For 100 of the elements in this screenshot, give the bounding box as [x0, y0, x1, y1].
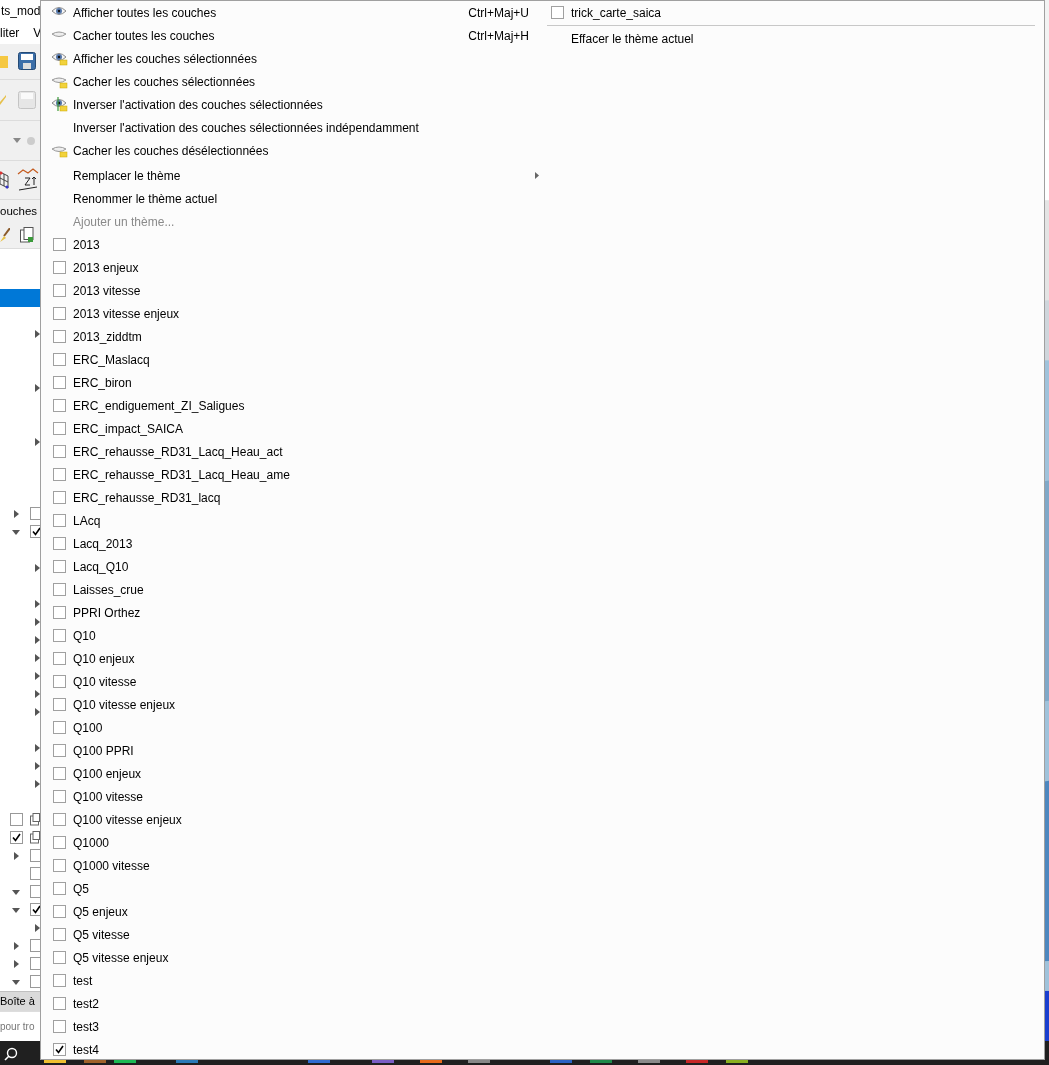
checkbox[interactable]	[52, 537, 66, 550]
checkbox[interactable]	[30, 848, 40, 862]
theme-menu-item[interactable]: Q10 enjeux	[45, 647, 539, 670]
expand-arrow-icon[interactable]	[33, 635, 40, 644]
theme-menu-item[interactable]: Q5 enjeux	[45, 900, 539, 923]
checkbox[interactable]	[52, 974, 66, 987]
theme-menu-item[interactable]: Lacq_2013	[45, 532, 539, 555]
theme-menu-item[interactable]: trick_carte_saica	[543, 1, 1035, 24]
theme-menu-item[interactable]: 2013 vitesse enjeux	[45, 302, 539, 325]
collapse-arrow-icon[interactable]	[12, 977, 20, 986]
checkbox[interactable]	[30, 938, 40, 952]
checkbox[interactable]	[52, 1020, 66, 1033]
brush-icon[interactable]	[0, 227, 10, 242]
search-field[interactable]: pour tro	[0, 1011, 40, 1041]
theme-menu-item[interactable]: Laisses_crue	[45, 578, 539, 601]
checkbox[interactable]	[52, 905, 66, 918]
checkbox[interactable]	[30, 506, 40, 520]
checkbox[interactable]	[52, 859, 66, 872]
checkbox[interactable]	[52, 606, 66, 619]
checkbox[interactable]	[52, 238, 66, 251]
expand-arrow-icon[interactable]	[33, 437, 40, 446]
theme-menu-item[interactable]: Q10 vitesse enjeux	[45, 693, 539, 716]
checkbox[interactable]	[52, 353, 66, 366]
theme-menu-item[interactable]: Q100 PPRI	[45, 739, 539, 762]
checkbox[interactable]	[10, 812, 23, 826]
theme-menu-item[interactable]: 2013	[45, 233, 539, 256]
expand-arrow-icon[interactable]	[12, 509, 20, 518]
theme-menu-item[interactable]: Q10 vitesse	[45, 670, 539, 693]
menu-item[interactable]: Inverser l'activation des couches sélectionnées	[45, 93, 539, 116]
checkbox[interactable]	[52, 330, 66, 343]
checkbox[interactable]	[52, 629, 66, 642]
checkbox[interactable]	[52, 790, 66, 803]
checkbox[interactable]	[30, 884, 40, 898]
theme-menu-item[interactable]: Q5 vitesse enjeux	[45, 946, 539, 969]
checkbox[interactable]	[550, 6, 564, 19]
menu-item[interactable]: Cacher les couches sélectionnées	[45, 70, 539, 93]
theme-menu-item[interactable]: Q5 vitesse	[45, 923, 539, 946]
menu-item[interactable]: Inverser l'activation des couches sélectionnées indépendamment	[45, 116, 539, 139]
expand-arrow-icon[interactable]	[33, 563, 40, 572]
theme-menu-item[interactable]: Q1000 vitesse	[45, 854, 539, 877]
theme-menu-item[interactable]: PPRI Orthez	[45, 601, 539, 624]
checkbox[interactable]	[52, 491, 66, 504]
checkbox[interactable]	[52, 583, 66, 596]
theme-menu-item[interactable]: Q10	[45, 624, 539, 647]
checkbox[interactable]	[52, 1043, 66, 1056]
theme-menu-item[interactable]: ERC_rehausse_RD31_Lacq_Heau_ame	[45, 463, 539, 486]
expand-arrow-icon[interactable]	[12, 851, 20, 860]
theme-menu-item[interactable]: 2013_ziddtm	[45, 325, 539, 348]
profile-chart-icon[interactable]	[17, 168, 39, 193]
expand-arrow-icon[interactable]	[33, 617, 40, 626]
menu-item[interactable]: Renommer le thème actuel	[45, 187, 539, 210]
theme-menu-item[interactable]: Q5	[45, 877, 539, 900]
theme-menu-item[interactable]: test	[45, 969, 539, 992]
theme-menu-item[interactable]: ERC_Maslacq	[45, 348, 539, 371]
menu-item[interactable]: Cacher toutes les couches Ctrl+Maj+H	[45, 24, 539, 47]
checkbox[interactable]	[52, 560, 66, 573]
collapse-arrow-icon[interactable]	[12, 527, 20, 536]
expand-arrow-icon[interactable]	[33, 653, 40, 662]
pencil-icon[interactable]	[0, 95, 6, 105]
theme-menu-item[interactable]: Q100 vitesse enjeux	[45, 808, 539, 831]
search-icon[interactable]	[4, 1047, 18, 1061]
checkbox[interactable]	[52, 675, 66, 688]
checkbox[interactable]	[52, 422, 66, 435]
checkbox[interactable]	[52, 951, 66, 964]
mesh-icon[interactable]	[0, 170, 9, 191]
menu-item[interactable]: Afficher les couches sélectionnées	[45, 47, 539, 70]
menu-item[interactable]: Effacer le thème actuel	[543, 27, 1035, 50]
checkbox[interactable]	[52, 445, 66, 458]
checkbox[interactable]	[30, 974, 40, 988]
theme-menu-item[interactable]: 2013 enjeux	[45, 256, 539, 279]
menu-item[interactable]: Cacher les couches désélectionnées	[45, 139, 539, 162]
expand-arrow-icon[interactable]	[33, 761, 40, 770]
theme-menu-item[interactable]: Q100	[45, 716, 539, 739]
theme-menu-item[interactable]: ERC_impact_SAICA	[45, 417, 539, 440]
dropdown-arrow-icon[interactable]	[13, 138, 21, 144]
checkbox[interactable]	[52, 882, 66, 895]
copy-icon[interactable]	[20, 226, 34, 243]
expand-arrow-icon[interactable]	[33, 689, 40, 698]
theme-menu-item[interactable]: ERC_endiguement_ZI_Saligues	[45, 394, 539, 417]
save-icon[interactable]	[18, 52, 36, 71]
checkbox[interactable]	[52, 767, 66, 780]
collapse-arrow-icon[interactable]	[12, 905, 20, 914]
expand-arrow-icon[interactable]	[33, 923, 40, 932]
expand-arrow-icon[interactable]	[12, 941, 20, 950]
menu-item[interactable]: Afficher toutes les couches Ctrl+Maj+U	[45, 1, 539, 24]
checkbox[interactable]	[52, 928, 66, 941]
expand-arrow-icon[interactable]	[33, 383, 40, 392]
theme-menu-item[interactable]: Lacq_Q10	[45, 555, 539, 578]
expand-arrow-icon[interactable]	[12, 959, 20, 968]
theme-menu-item[interactable]: Q100 vitesse	[45, 785, 539, 808]
theme-menu-item[interactable]: ERC_rehausse_RD31_lacq	[45, 486, 539, 509]
theme-menu-item[interactable]: ERC_biron	[45, 371, 539, 394]
expand-arrow-icon[interactable]	[33, 599, 40, 608]
theme-menu-item[interactable]: test4	[45, 1038, 539, 1061]
checkbox[interactable]	[52, 399, 66, 412]
checkbox[interactable]	[52, 836, 66, 849]
checkbox[interactable]	[10, 830, 23, 844]
theme-menu-item[interactable]: test2	[45, 992, 539, 1015]
checkbox[interactable]	[52, 744, 66, 757]
checkbox[interactable]	[52, 468, 66, 481]
